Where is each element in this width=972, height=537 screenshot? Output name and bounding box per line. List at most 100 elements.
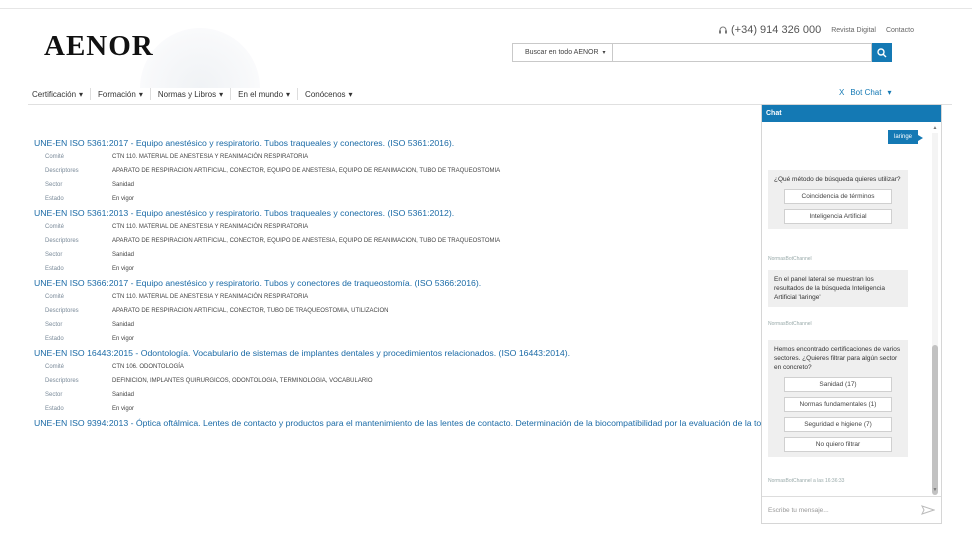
nav-label: En el mundo xyxy=(238,89,284,99)
option-ia-button[interactable]: Inteligencia Artificial xyxy=(784,209,892,224)
nav-label: Normas y Libros xyxy=(157,89,217,99)
bot-message: En el panel lateral se muestran los resu… xyxy=(768,270,908,307)
field-value: En vigor xyxy=(112,266,135,272)
field-label: Comité xyxy=(45,294,65,300)
nav-item-normas[interactable]: Normas y Libros ▾ xyxy=(151,88,232,100)
caret-down-icon: ▾ xyxy=(286,89,291,99)
message-meta: NormasBotChannel a las 16:36:33 xyxy=(768,478,845,484)
filter-seguridad-higiene-button[interactable]: Seguridad e higiene (7) xyxy=(784,417,892,432)
field-label: Descriptores xyxy=(45,378,79,384)
send-icon[interactable] xyxy=(921,505,935,515)
chat-header: Chat xyxy=(762,105,941,122)
field-label: Sector xyxy=(45,252,63,258)
caret-down-icon: ▾ xyxy=(79,89,84,99)
result-row-estado: Estado En vigor xyxy=(34,332,754,346)
contacto-link[interactable]: Contacto xyxy=(886,27,914,34)
phone-number[interactable]: (+34) 914 326 000 xyxy=(718,24,821,36)
scrollbar-thumb[interactable] xyxy=(932,345,938,495)
site-search: Buscar en todo AENOR ▾ xyxy=(512,43,892,62)
option-coincidencia-button[interactable]: Coincidencia de términos xyxy=(784,189,892,204)
nav-item-formacion[interactable]: Formación ▾ xyxy=(91,88,151,100)
bot-message: ¿Qué método de búsqueda quieres utilizar… xyxy=(768,170,908,229)
result-row-descriptores: Descriptores APARATO DE RESPIRACION ARTIF… xyxy=(34,234,754,248)
bot-chat-toggle[interactable]: X Bot Chat ▾ xyxy=(839,88,892,97)
field-label: Estado xyxy=(45,266,64,272)
bot-message-text: Hemos encontrado certificaciones de vari… xyxy=(774,346,901,371)
field-label: Descriptores xyxy=(45,238,79,244)
caret-down-icon: ▾ xyxy=(348,89,353,99)
field-value: Sanidad xyxy=(112,252,135,258)
bot-chat-label: Bot Chat xyxy=(850,88,882,97)
result-row-comite: Comité CTN 110. MATERIAL DE ANESTESIA Y R… xyxy=(34,290,754,304)
field-value: En vigor xyxy=(112,336,135,342)
headset-icon xyxy=(719,26,727,34)
field-value: CTN 110. MATERIAL DE ANESTESIA Y REANIMA… xyxy=(112,154,309,160)
no-filter-button[interactable]: No quiero filtrar xyxy=(784,437,892,452)
message-meta: NormasBotChannel xyxy=(768,256,812,262)
result-title-link[interactable]: UNE-EN ISO 5366:2017 - Equipo anestésico… xyxy=(34,276,754,290)
filter-sanidad-button[interactable]: Sanidad (17) xyxy=(784,377,892,392)
field-value: En vigor xyxy=(112,196,135,202)
chevron-down-icon: ▾ xyxy=(602,50,606,56)
result-row-estado: Estado En vigor xyxy=(34,262,754,276)
nav-label: Certificación xyxy=(32,89,77,99)
chat-messages[interactable]: laringe ¿Qué método de búsqueda quieres … xyxy=(762,122,932,494)
revista-digital-link[interactable]: Revista Digital xyxy=(831,27,876,34)
field-label: Sector xyxy=(45,392,63,398)
field-value: Sanidad xyxy=(112,182,135,188)
result-row-comite: Comité CTN 110. MATERIAL DE ANESTESIA Y R… xyxy=(34,220,754,234)
search-input[interactable] xyxy=(612,43,872,62)
nav-item-mundo[interactable]: En el mundo ▾ xyxy=(231,88,299,100)
scroll-up-arrow-icon[interactable]: ▲ xyxy=(932,125,938,131)
result-row-comite: Comité CTN 110. MATERIAL DE ANESTESIA Y R… xyxy=(34,150,754,164)
result-item: UNE-EN ISO 5366:2017 - Equipo anestésico… xyxy=(34,276,754,346)
header-contact: (+34) 914 326 000 Revista Digital Contac… xyxy=(718,24,914,36)
top-divider xyxy=(0,8,972,9)
bot-message-text: En el panel lateral se muestran los resu… xyxy=(774,276,885,301)
field-value: APARATO DE RESPIRACION ARTIFICIAL, CONEC… xyxy=(112,238,501,244)
field-label: Comité xyxy=(45,224,65,230)
logo-globe-decoration xyxy=(140,28,260,88)
result-row-descriptores: Descriptores APARATO DE RESPIRACION ARTIF… xyxy=(34,164,754,178)
search-scope-label: Buscar en todo AENOR xyxy=(525,49,599,56)
field-label: Sector xyxy=(45,322,63,328)
result-item: UNE-EN ISO 5361:2017 - Equipo anestésico… xyxy=(34,136,754,206)
bot-message: Hemos encontrado certificaciones de vari… xyxy=(768,340,908,457)
nav-item-conocenos[interactable]: Conócenos ▾ xyxy=(298,88,360,100)
result-row-comite: Comité CTN 106. ODONTOLOGÍA xyxy=(34,360,754,374)
result-title-link[interactable]: UNE-EN ISO 5361:2013 - Equipo anestésico… xyxy=(34,206,754,220)
message-meta: NormasBotChannel xyxy=(768,321,812,327)
bot-message-text: ¿Qué método de búsqueda quieres utilizar… xyxy=(774,176,901,183)
phone-text: (+34) 914 326 000 xyxy=(731,24,822,36)
nav-label: Conócenos xyxy=(305,89,346,99)
field-label: Estado xyxy=(45,196,64,202)
caret-down-icon: ▾ xyxy=(138,89,143,99)
field-value: CTN 106. ODONTOLOGÍA xyxy=(112,364,184,370)
main-nav: Certificación ▾ Formación ▾ Normas y Libro… xyxy=(28,84,360,104)
field-value: DEFINICION, IMPLANTES QUIRURGICOS, ODONT… xyxy=(112,378,373,384)
filter-normas-fundamentales-button[interactable]: Normas fundamentales (1) xyxy=(784,397,892,412)
chat-input-row: Escribe tu mensaje... xyxy=(762,496,941,523)
aenor-logo[interactable]: AENOR xyxy=(44,30,154,63)
user-message: laringe xyxy=(887,130,924,144)
result-item: UNE-EN ISO 5361:2013 - Equipo anestésico… xyxy=(34,206,754,276)
field-value: CTN 110. MATERIAL DE ANESTESIA Y REANIMA… xyxy=(112,294,309,300)
chat-panel: Chat laringe ¿Qué método de búsqueda qui… xyxy=(761,104,942,524)
field-value: APARATO DE RESPIRACION ARTIFICIAL, CONEC… xyxy=(112,168,501,174)
nav-item-certificacion[interactable]: Certificación ▾ xyxy=(28,88,92,100)
search-scope-select[interactable]: Buscar en todo AENOR ▾ xyxy=(512,43,612,62)
field-value: En vigor xyxy=(112,406,135,412)
field-value: APARATO DE RESPIRACION ARTIFICIAL, CONEC… xyxy=(112,308,389,314)
result-item: UNE-EN ISO 16443:2015 - Odontología. Voc… xyxy=(34,346,754,416)
close-chat-button[interactable]: X xyxy=(839,88,844,97)
result-row-estado: Estado En vigor xyxy=(34,192,754,206)
chat-message-input[interactable]: Escribe tu mensaje... xyxy=(768,507,921,514)
result-title-link[interactable]: UNE-EN ISO 16443:2015 - Odontología. Voc… xyxy=(34,346,754,360)
result-row-sector: Sector Sanidad xyxy=(34,178,754,192)
result-title-link[interactable]: UNE-EN ISO 9394:2013 - Óptica oftálmica.… xyxy=(34,416,876,430)
result-row-descriptores: Descriptores APARATO DE RESPIRACION ARTIF… xyxy=(34,304,754,318)
result-title-link[interactable]: UNE-EN ISO 5361:2017 - Equipo anestésico… xyxy=(34,136,754,150)
chat-scrollbar[interactable]: ▲ ▼ xyxy=(932,125,938,495)
scroll-down-arrow-icon[interactable]: ▼ xyxy=(932,487,938,493)
search-button[interactable] xyxy=(872,43,892,62)
